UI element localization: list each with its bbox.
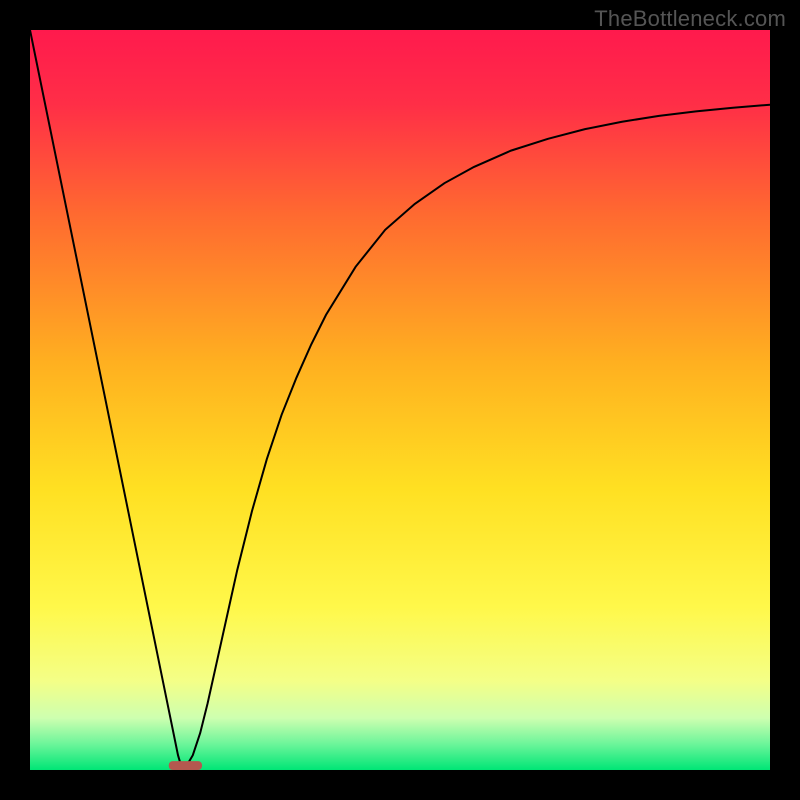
watermark-label: TheBottleneck.com — [594, 6, 786, 32]
plot-area — [30, 30, 770, 770]
chart-svg — [30, 30, 770, 770]
chart-frame: TheBottleneck.com — [0, 0, 800, 800]
optimal-marker — [169, 761, 202, 770]
gradient-background — [30, 30, 770, 770]
